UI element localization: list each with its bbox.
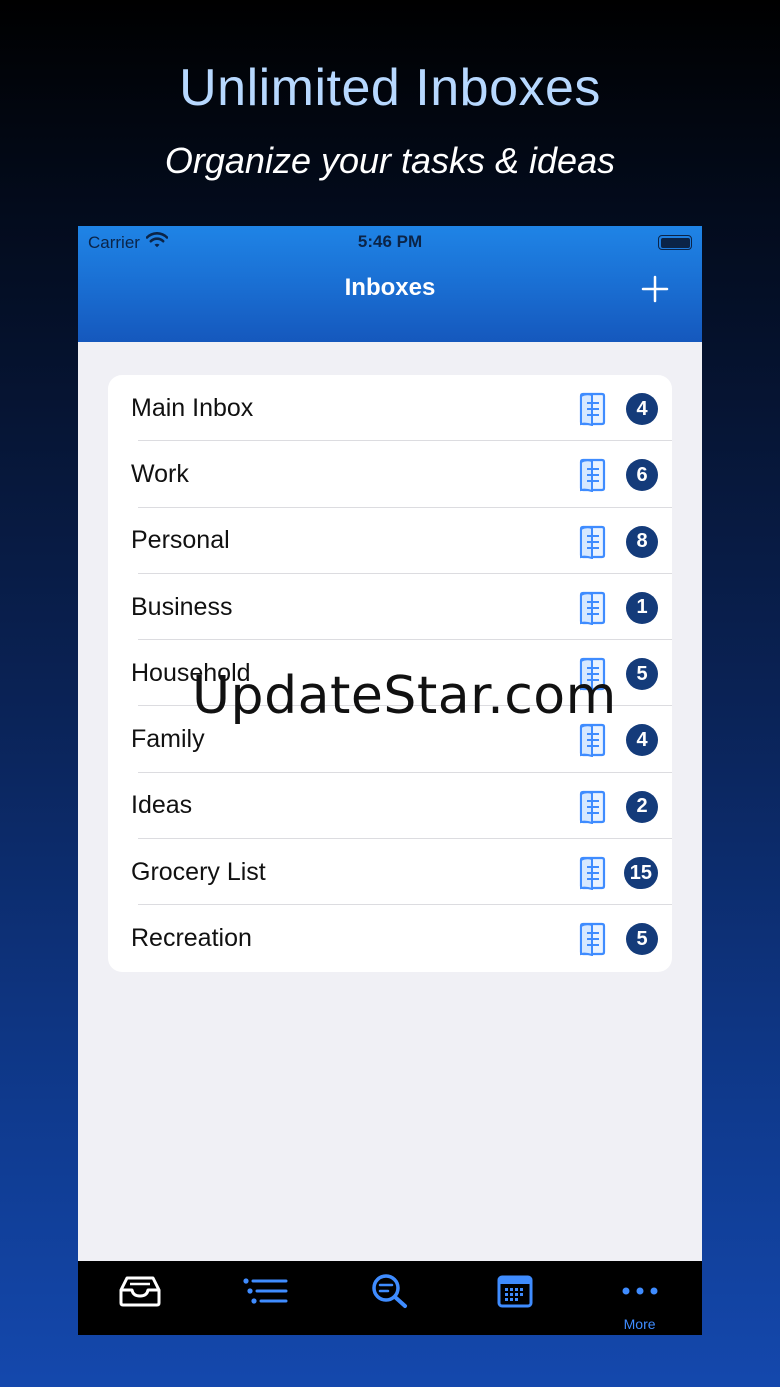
inbox-tray-icon bbox=[119, 1276, 161, 1307]
status-bar: Carrier 5:46 PM bbox=[78, 226, 702, 256]
inbox-label: Family bbox=[131, 725, 205, 754]
notes-icon[interactable] bbox=[578, 525, 606, 559]
tab-lists[interactable] bbox=[203, 1261, 328, 1335]
phone-screen: Carrier 5:46 PM Inboxes Main Inbox 4 Work 6… bbox=[78, 226, 702, 1335]
inbox-row[interactable]: Business 1 bbox=[108, 574, 672, 641]
tab-more[interactable]: More bbox=[577, 1261, 702, 1335]
count-badge: 2 bbox=[626, 790, 658, 823]
inbox-row[interactable]: Personal 8 bbox=[108, 508, 672, 575]
plus-icon bbox=[641, 275, 669, 303]
count-badge: 5 bbox=[626, 658, 658, 691]
inbox-label: Work bbox=[131, 459, 189, 488]
promo-subtitle: Organize your tasks & ideas bbox=[164, 140, 616, 181]
count-badge: 1 bbox=[626, 591, 658, 624]
notes-icon[interactable] bbox=[578, 922, 606, 957]
count-badge: 5 bbox=[626, 923, 658, 956]
inbox-label: Personal bbox=[131, 526, 230, 555]
watermark-text: UpdateStar.com bbox=[192, 666, 617, 726]
notes-icon[interactable] bbox=[578, 392, 606, 427]
inbox-row[interactable]: Main Inbox 4 bbox=[108, 375, 672, 442]
inbox-label: Ideas bbox=[131, 791, 193, 820]
count-badge: 4 bbox=[626, 393, 658, 425]
search-icon bbox=[372, 1274, 407, 1308]
tab-calendar[interactable] bbox=[452, 1261, 577, 1335]
inbox-label: Grocery List bbox=[131, 857, 266, 886]
count-badge: 4 bbox=[626, 724, 658, 757]
navigation-bar: Carrier 5:46 PM Inboxes bbox=[78, 226, 702, 342]
page-title: Inboxes bbox=[344, 274, 436, 301]
inbox-label: Main Inbox bbox=[131, 393, 254, 422]
inbox-label: Recreation bbox=[131, 924, 252, 953]
notes-icon[interactable] bbox=[578, 723, 606, 758]
notes-icon[interactable] bbox=[578, 458, 606, 493]
count-badge: 6 bbox=[626, 459, 658, 492]
more-dots-icon bbox=[622, 1287, 658, 1295]
notes-icon[interactable] bbox=[578, 591, 606, 626]
tab-inboxes[interactable] bbox=[78, 1261, 203, 1335]
calendar-icon bbox=[497, 1275, 533, 1308]
promo-title: Unlimited Inboxes bbox=[179, 59, 601, 117]
add-inbox-button[interactable] bbox=[640, 274, 670, 304]
notes-icon[interactable] bbox=[578, 790, 606, 825]
notes-icon[interactable] bbox=[578, 856, 606, 891]
battery-icon bbox=[658, 235, 692, 250]
inbox-row[interactable]: Ideas 2 bbox=[108, 773, 672, 840]
status-time: 5:46 PM bbox=[357, 232, 423, 251]
inbox-row[interactable]: Work 6 bbox=[108, 441, 672, 508]
tab-search[interactable] bbox=[328, 1261, 453, 1335]
inbox-label: Business bbox=[131, 592, 233, 621]
inbox-row[interactable]: Recreation 5 bbox=[108, 905, 672, 971]
tab-bar: More bbox=[78, 1261, 702, 1335]
list-icon bbox=[243, 1278, 288, 1304]
count-badge: 15 bbox=[623, 857, 658, 890]
tab-more-label: More bbox=[623, 1316, 656, 1332]
inbox-row[interactable]: Grocery List 15 bbox=[108, 839, 672, 906]
count-badge: 8 bbox=[626, 525, 658, 558]
